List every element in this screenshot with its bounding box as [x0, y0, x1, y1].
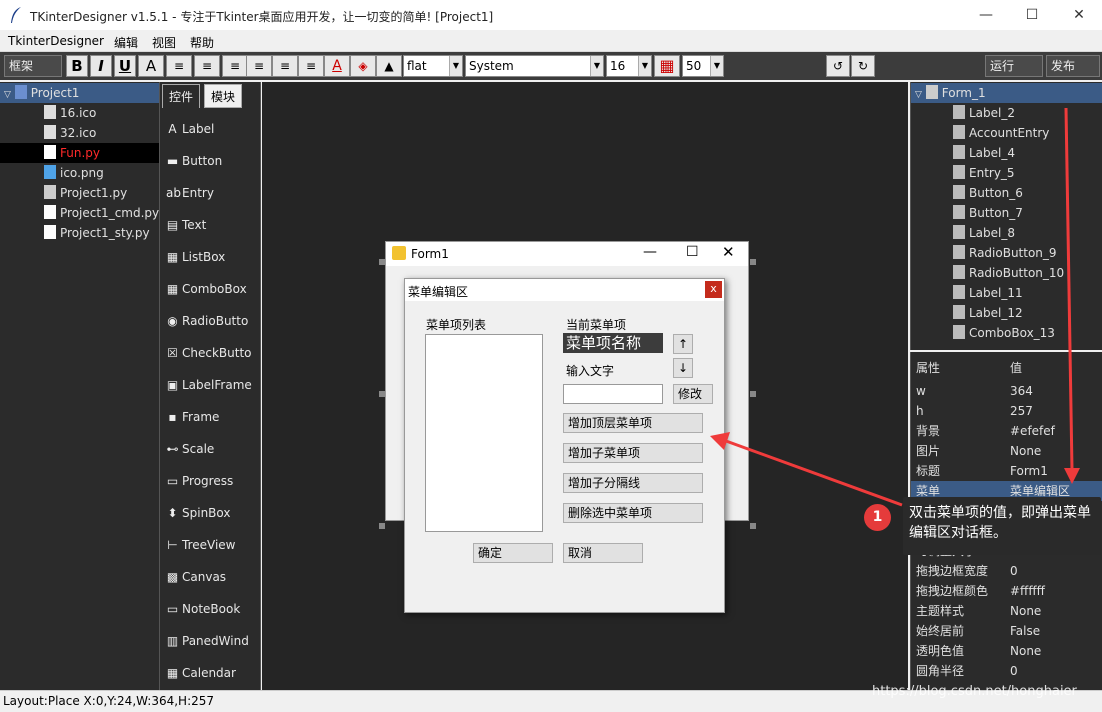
annotation-badge: 1: [864, 504, 891, 531]
watermark: https://blog.csdn.net/honghaier: [872, 684, 1077, 699]
arrow-line: [725, 439, 903, 507]
arrowhead: [1064, 468, 1080, 484]
arrowhead: [710, 432, 730, 450]
annotation-arrows: [710, 107, 1080, 507]
annotation-callout: 双击菜单项的值，即弹出菜单编辑区对话框。: [903, 497, 1101, 555]
arrow-line: [1064, 107, 1074, 471]
